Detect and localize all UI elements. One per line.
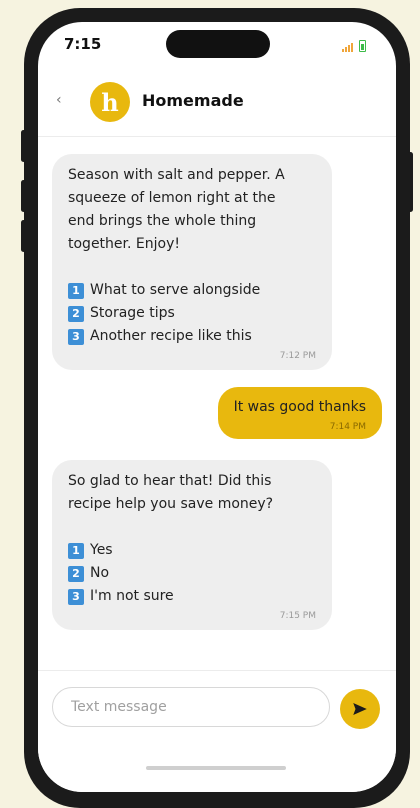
send-icon — [353, 703, 367, 715]
message-timestamp: 7:14 PM — [329, 422, 366, 432]
message-text: recipe help you save money? — [68, 496, 274, 512]
option-number-badge: 2 — [68, 305, 84, 322]
reply-option[interactable]: 1 What to serve alongside — [68, 279, 316, 302]
reply-option[interactable]: 3 Another recipe like this — [68, 325, 316, 348]
reply-option[interactable]: 1 Yes — [68, 539, 316, 562]
option-number-badge: 1 — [68, 542, 84, 559]
message-text: So glad to hear that! Did this — [68, 473, 272, 489]
status-time: 7:15 — [64, 35, 102, 53]
send-button[interactable] — [340, 689, 380, 729]
reply-option[interactable]: 2 No — [68, 562, 316, 585]
phone-screen: 7:15 ‹ h Homemade Season with salt and p… — [38, 22, 396, 792]
option-label: No — [90, 565, 110, 581]
message-bubble-incoming: Season with salt and pepper. A squeeze o… — [52, 154, 332, 370]
notch — [166, 30, 270, 58]
message-text: squeeze of lemon right at the — [68, 190, 276, 206]
option-number-badge: 3 — [68, 328, 84, 345]
message-list: Season with salt and pepper. A squeeze o… — [38, 138, 396, 668]
phone-button-volume-down — [21, 220, 26, 252]
message-input[interactable] — [52, 687, 330, 727]
message-text: end brings the whole thing — [68, 213, 257, 229]
option-number-badge: 2 — [68, 565, 84, 582]
message-bubble-outgoing: It was good thanks 7:14 PM — [217, 387, 382, 439]
avatar-letter: h — [101, 87, 119, 117]
message-text: Season with salt and pepper. A — [68, 167, 285, 183]
option-label: I'm not sure — [90, 588, 174, 604]
phone-button-volume-up — [21, 180, 26, 212]
reply-option[interactable]: 2 Storage tips — [68, 302, 316, 325]
home-indicator — [146, 766, 286, 770]
signal-icon — [342, 43, 353, 52]
option-label: Another recipe like this — [90, 328, 252, 344]
option-label: What to serve alongside — [90, 282, 261, 298]
message-timestamp: 7:15 PM — [279, 611, 316, 621]
message-composer — [38, 670, 396, 792]
option-label: Yes — [90, 542, 113, 558]
message-text: together. Enjoy! — [68, 236, 180, 252]
message-bubble-incoming: So glad to hear that! Did this recipe he… — [52, 460, 332, 630]
back-chevron-icon[interactable]: ‹ — [56, 92, 62, 108]
avatar[interactable]: h — [90, 82, 130, 122]
message-text: It was good thanks — [233, 399, 366, 415]
battery-icon — [359, 40, 366, 52]
chat-header: ‹ h Homemade — [38, 72, 396, 137]
phone-button-power — [408, 152, 413, 212]
status-icons — [342, 40, 366, 52]
phone-button-mute — [21, 130, 26, 162]
option-label: Storage tips — [90, 305, 175, 321]
option-number-badge: 3 — [68, 588, 84, 605]
option-number-badge: 1 — [68, 282, 84, 299]
chat-title: Homemade — [142, 91, 244, 110]
reply-option[interactable]: 3 I'm not sure — [68, 585, 316, 608]
message-timestamp: 7:12 PM — [279, 351, 316, 361]
